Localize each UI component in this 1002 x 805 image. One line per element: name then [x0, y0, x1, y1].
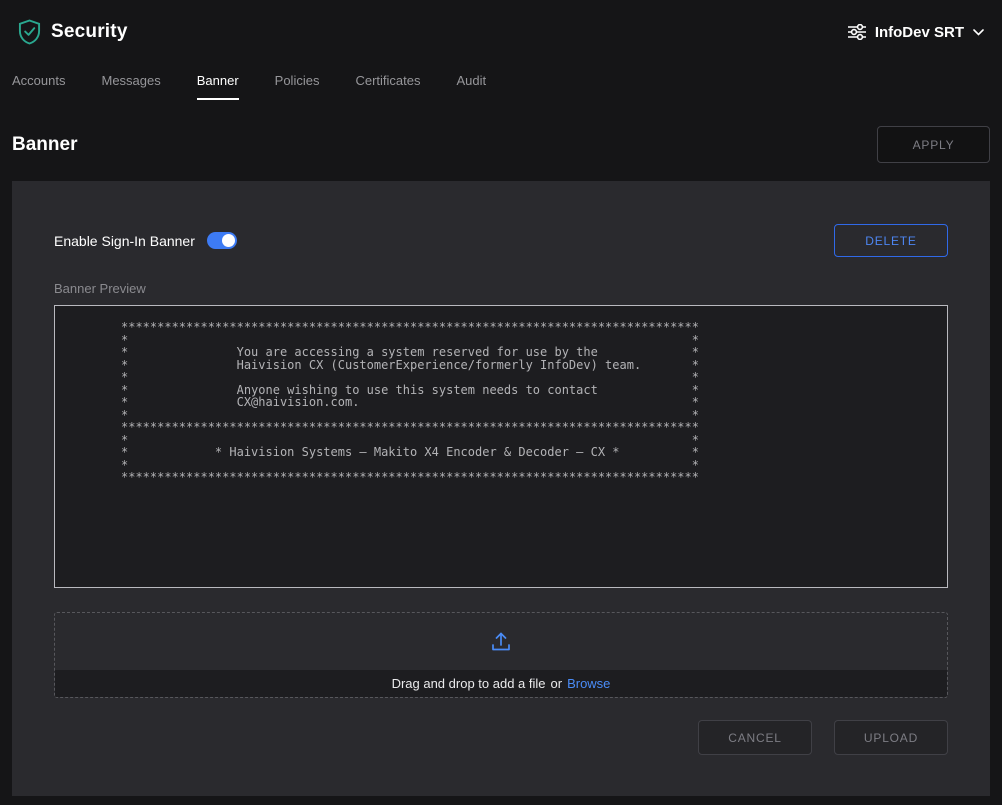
chevron-down-icon: [973, 29, 984, 36]
upload-button[interactable]: UPLOAD: [834, 720, 948, 755]
toggle-knob: [222, 234, 235, 247]
browse-link[interactable]: Browse: [567, 676, 610, 691]
user-menu-label: InfoDev SRT: [875, 24, 964, 41]
brand: Security: [18, 19, 128, 45]
enable-banner-toggle[interactable]: [207, 232, 237, 249]
shield-check-icon: [18, 19, 41, 45]
enable-banner-group: Enable Sign-In Banner: [54, 232, 237, 249]
tab-bar: Accounts Messages Banner Policies Certif…: [0, 64, 1002, 100]
upload-icon: [490, 631, 512, 652]
tab-accounts[interactable]: Accounts: [12, 64, 65, 100]
dropzone-text: Drag and drop to add a file: [392, 676, 546, 691]
banner-preview-box: ****************************************…: [54, 305, 948, 588]
dropzone-upper: [55, 613, 947, 670]
tab-audit[interactable]: Audit: [456, 64, 486, 100]
tab-banner[interactable]: Banner: [197, 64, 239, 100]
tab-policies[interactable]: Policies: [275, 64, 320, 100]
cancel-button[interactable]: CANCEL: [698, 720, 812, 755]
sliders-icon: [848, 24, 866, 40]
app-root: Security InfoDev SRT: [0, 0, 1002, 796]
apply-button[interactable]: APPLY: [877, 126, 990, 163]
tab-certificates[interactable]: Certificates: [355, 64, 420, 100]
dropzone-or: or: [551, 676, 563, 691]
page-header: Banner APPLY: [0, 100, 1002, 181]
tab-messages[interactable]: Messages: [101, 64, 160, 100]
top-bar: Security InfoDev SRT: [0, 0, 1002, 64]
app-title: Security: [51, 21, 128, 43]
enable-banner-row: Enable Sign-In Banner DELETE: [54, 224, 948, 257]
banner-preview-label: Banner Preview: [54, 281, 948, 296]
page-title: Banner: [12, 134, 77, 156]
enable-banner-label: Enable Sign-In Banner: [54, 233, 195, 249]
panel-actions: CANCEL UPLOAD: [54, 720, 948, 755]
delete-button[interactable]: DELETE: [834, 224, 948, 257]
banner-panel: Enable Sign-In Banner DELETE Banner Prev…: [12, 181, 990, 796]
file-dropzone[interactable]: Drag and drop to add a file or Browse: [54, 612, 948, 698]
user-menu[interactable]: InfoDev SRT: [848, 24, 984, 41]
dropzone-caption: Drag and drop to add a file or Browse: [55, 670, 947, 697]
